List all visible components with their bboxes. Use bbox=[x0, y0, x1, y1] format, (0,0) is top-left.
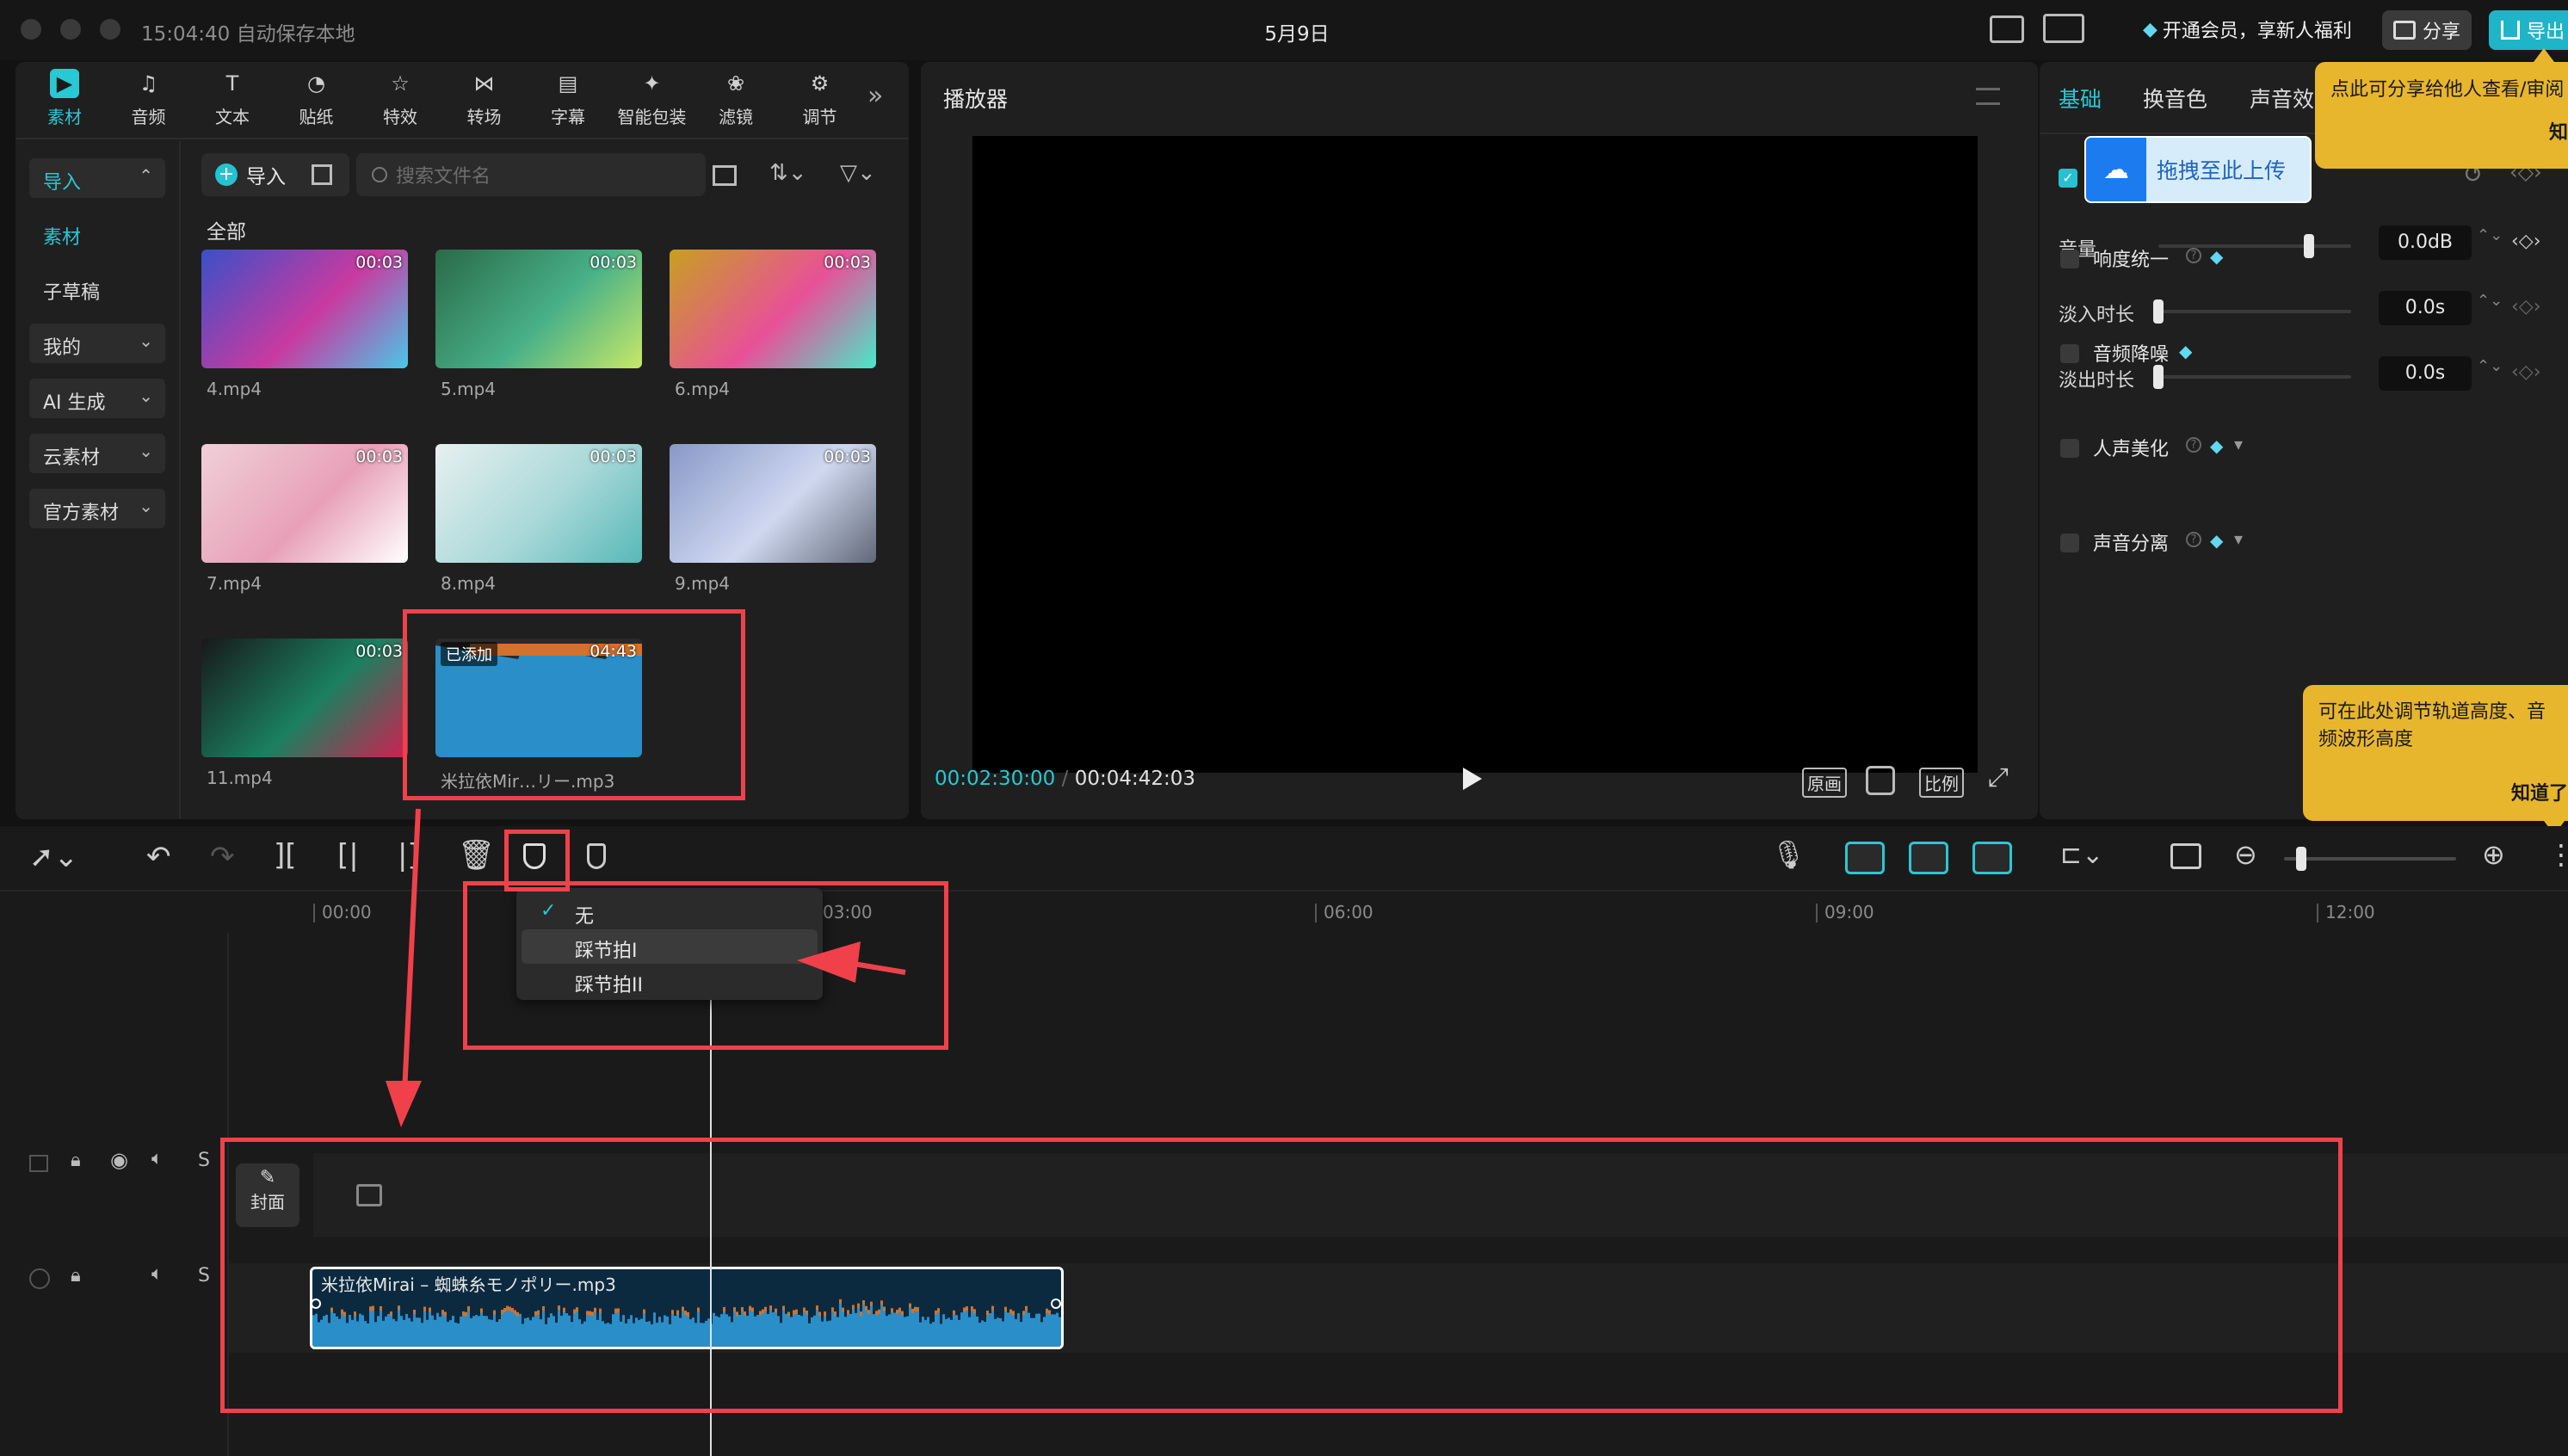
annotation-arrows bbox=[386, 808, 906, 1127]
